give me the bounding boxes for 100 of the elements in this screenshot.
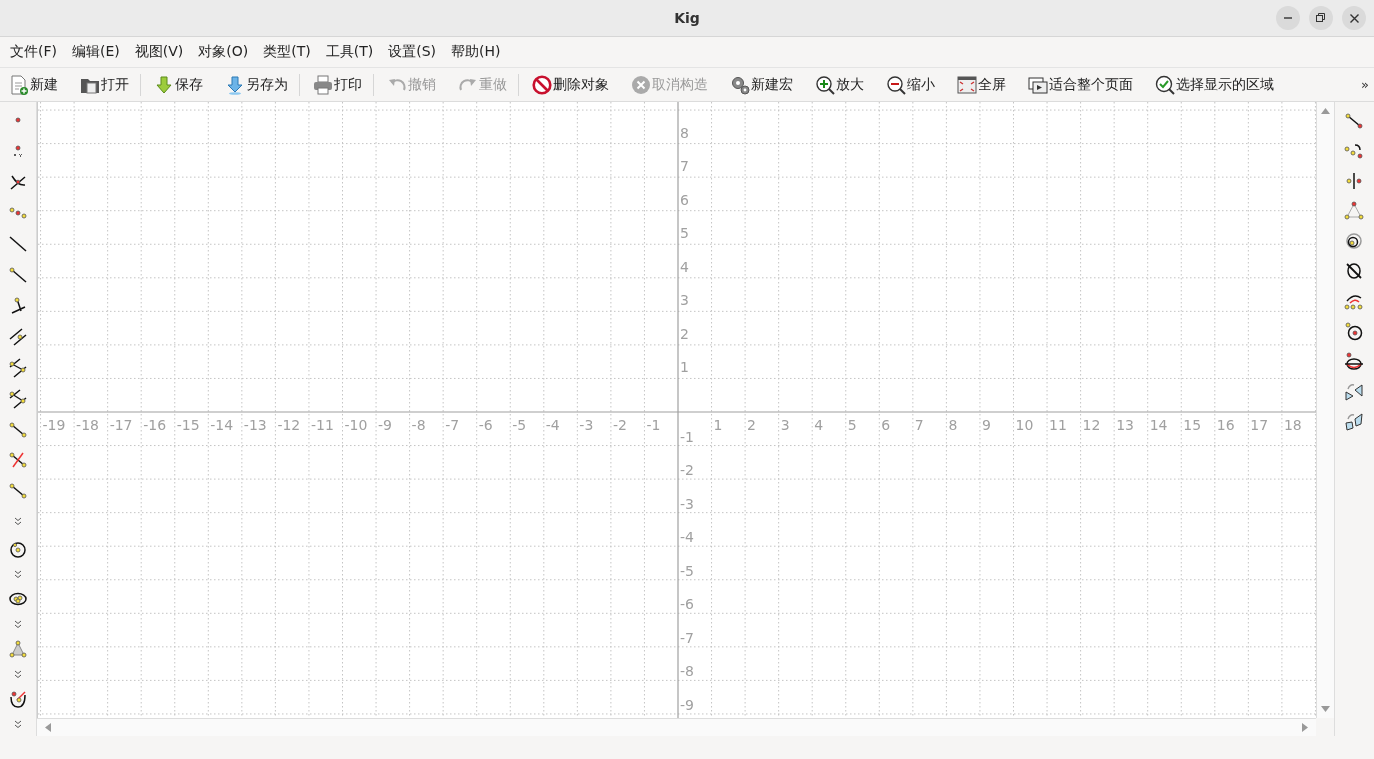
crossed-circle-icon[interactable] — [1343, 261, 1364, 281]
close-button[interactable] — [1342, 6, 1366, 30]
vector-icon[interactable] — [1343, 111, 1364, 131]
axis-tick-label: -7 — [445, 417, 460, 433]
axis-tick-label: -19 — [42, 417, 66, 433]
axis-tick-label: -1 — [680, 428, 694, 445]
chevron-icon[interactable] — [14, 570, 22, 580]
toolbar-button[interactable]: 缩小 — [883, 70, 938, 99]
horizontal-scrollbar[interactable] — [37, 718, 1316, 736]
minimize-button[interactable] — [1276, 6, 1300, 30]
gears-icon — [730, 74, 750, 95]
axis-tick-label: 6 — [680, 191, 689, 208]
printer-icon — [313, 74, 333, 95]
chevron-icon[interactable] — [14, 719, 22, 729]
rotate-dots-icon[interactable] — [1343, 141, 1364, 161]
triangle-icon[interactable] — [8, 639, 28, 660]
axis-tick-label: -2 — [680, 462, 694, 479]
triangle-icon[interactable] — [1343, 201, 1364, 221]
prohibited-icon — [532, 74, 552, 95]
down-arrow-icon — [154, 74, 174, 95]
menu-item[interactable]: 工具(T) — [320, 43, 379, 61]
vertical-scrollbar[interactable] — [1316, 102, 1334, 718]
down-arrow-icon — [225, 74, 245, 95]
cancel-icon — [631, 74, 651, 95]
axis-tick-label: 4 — [680, 258, 689, 275]
left-arrow-icon[interactable] — [45, 723, 51, 732]
axis-tick-label: -13 — [243, 417, 267, 433]
segment-icon[interactable] — [8, 419, 28, 440]
axis-tick-label: -6 — [478, 417, 493, 433]
parallel-lines-icon[interactable] — [8, 326, 28, 347]
chevron-icon[interactable] — [14, 619, 22, 629]
new-document-icon — [9, 74, 29, 95]
restore-button[interactable] — [1309, 6, 1333, 30]
chevron-icon[interactable] — [14, 517, 22, 527]
overflow-button[interactable]: » — [1361, 77, 1369, 92]
toolbar-button[interactable]: 保存 — [151, 70, 206, 99]
axis-tick-label: -18 — [76, 417, 99, 433]
axis-tick-label: 15 — [1183, 417, 1202, 433]
toolbar-button[interactable]: 适合整个页面 — [1025, 70, 1136, 99]
toolbar-button[interactable]: 打印 — [310, 70, 365, 99]
axis-tick-label: -15 — [176, 417, 200, 433]
parallel-vector-icon[interactable] — [8, 357, 28, 378]
toolbar-button[interactable]: 放大 — [812, 70, 867, 99]
toolbar-button[interactable]: 全屏 — [954, 70, 1009, 99]
axis-tick-label: -5 — [680, 562, 694, 579]
line-icon[interactable] — [8, 234, 28, 255]
menu-item[interactable]: 编辑(E) — [67, 43, 125, 61]
ellipse-line-icon[interactable] — [1343, 351, 1364, 371]
chevron-icon[interactable] — [14, 669, 22, 679]
zoom-out-icon — [886, 74, 906, 95]
ray-icon[interactable] — [8, 265, 28, 285]
axis-tick-label: 11 — [1049, 417, 1067, 433]
toolbar-button[interactable]: 新建宏 — [727, 70, 796, 99]
menu-item[interactable]: 设置(S) — [383, 43, 441, 61]
curve-icon[interactable] — [8, 689, 28, 710]
axis-tick-label: -5 — [512, 417, 527, 433]
axis-tick-label: 10 — [1015, 417, 1034, 433]
fit-page-icon — [1028, 74, 1048, 95]
circles-icon[interactable] — [1343, 231, 1364, 251]
mirror-icon[interactable] — [1343, 171, 1364, 191]
toolbar-button[interactable]: 删除对象 — [529, 70, 612, 99]
parallel-vector-icon[interactable] — [8, 388, 28, 409]
bisector-icon[interactable] — [8, 450, 28, 471]
restore-icon — [1316, 13, 1326, 23]
axis-tick-label: 6 — [881, 417, 891, 433]
axis-tick-label: 4 — [814, 417, 824, 433]
axis-tick-label: -11 — [310, 417, 334, 433]
triangles-icon[interactable] — [1343, 381, 1364, 401]
toolbar-button[interactable]: 选择显示的区域 — [1152, 70, 1277, 99]
axis-tick-label: -7 — [680, 629, 694, 646]
toolbar-button[interactable]: 打开 — [77, 70, 132, 99]
menu-item[interactable]: 帮助(H) — [446, 43, 506, 61]
toolbar-button[interactable]: 另存为 — [222, 70, 291, 99]
quadrilaterals-icon[interactable] — [1343, 411, 1364, 431]
circle-icon[interactable] — [8, 539, 28, 560]
axis-tick-label: 13 — [1116, 417, 1134, 433]
check-magnifier-icon — [1155, 74, 1175, 95]
menu-item[interactable]: 类型(T) — [258, 43, 316, 61]
right-arrow-icon[interactable] — [1302, 723, 1308, 732]
axis-tick-label: 2 — [680, 325, 689, 342]
axis-tick-label: 5 — [847, 417, 857, 433]
window-title: Kig — [674, 10, 700, 26]
axis-tick-label: -4 — [545, 417, 560, 433]
circle-dot-icon[interactable] — [1343, 321, 1364, 341]
axis-tick-label: -9 — [680, 696, 694, 713]
toolbar-button[interactable]: 新建 — [6, 70, 61, 99]
axis-tick-label: -12 — [277, 417, 301, 433]
axis-tick-label: -4 — [680, 529, 694, 546]
vector-icon[interactable] — [8, 481, 28, 502]
up-arrow-icon[interactable] — [1321, 108, 1330, 114]
axis-tick-label: -8 — [411, 417, 426, 433]
menu-item[interactable]: 对象(O) — [193, 43, 254, 61]
menu-item[interactable]: 文件(F) — [5, 43, 62, 61]
down-arrow-icon[interactable] — [1321, 706, 1330, 712]
axis-tick-label: 8 — [948, 417, 958, 433]
axis-tick-label: 5 — [680, 225, 689, 242]
axis-tick-label: -3 — [579, 417, 594, 433]
axis-tick-label: 18 — [1283, 417, 1302, 433]
menu-item[interactable]: 视图(V) — [129, 43, 189, 61]
axis-tick-label: 3 — [680, 292, 689, 309]
